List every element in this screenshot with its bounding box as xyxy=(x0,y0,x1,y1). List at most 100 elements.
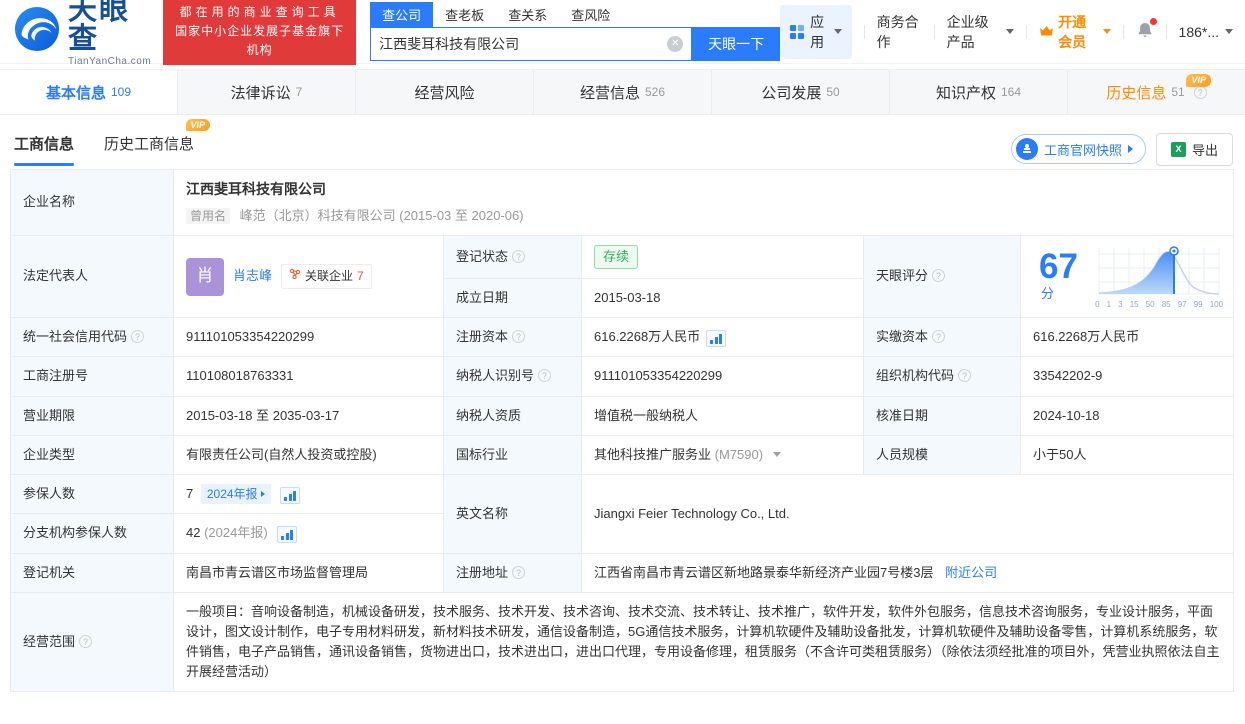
notification-bell[interactable] xyxy=(1136,21,1154,42)
tab-intellectual-property[interactable]: 知识产权 164 xyxy=(890,70,1068,114)
tab-count: 526 xyxy=(645,85,665,99)
branch-insured-value: 42 xyxy=(186,525,200,540)
reg-status-label: 登记状态 xyxy=(456,249,508,264)
help-icon[interactable]: ? xyxy=(512,566,525,579)
tab-label: 经营信息 xyxy=(580,82,640,103)
approval-date-value: 2024-10-18 xyxy=(1021,396,1234,435)
reg-capital-value: 616.2268万人民币 xyxy=(594,329,700,344)
notification-dot xyxy=(1150,18,1157,25)
nav-enterprise-label: 企业级产品 xyxy=(947,12,1001,52)
nav-enterprise[interactable]: 企业级产品 xyxy=(947,12,1015,52)
search-tab-risk[interactable]: 查风险 xyxy=(559,2,622,27)
search-tab-relation[interactable]: 查关系 xyxy=(496,2,559,27)
account-phone: 186*... xyxy=(1179,24,1219,40)
help-icon[interactable]: ? xyxy=(538,369,551,382)
help-icon[interactable]: ? xyxy=(512,250,525,263)
search-input[interactable] xyxy=(379,36,667,52)
search-button[interactable]: 天眼一下 xyxy=(692,27,780,61)
official-snapshot-button[interactable]: 工商官网快照 xyxy=(1011,134,1146,164)
account-menu[interactable]: 186*... xyxy=(1179,24,1233,40)
chevron-down-icon xyxy=(1103,29,1111,34)
export-label: 导出 xyxy=(1192,140,1218,159)
help-icon[interactable]: ? xyxy=(958,369,971,382)
crown-icon xyxy=(1039,24,1054,40)
company-type-value: 有限责任公司(自然人投资或控股) xyxy=(174,435,444,474)
arrow-right-icon xyxy=(1128,145,1133,153)
tab-label: 公司发展 xyxy=(761,82,821,103)
industry-value: 其他科技推广服务业 xyxy=(594,447,711,462)
subtab-business-info[interactable]: 工商信息 xyxy=(14,133,74,166)
help-icon[interactable]: ? xyxy=(131,330,144,343)
credit-code-value: 911101053354220299 xyxy=(174,318,444,357)
export-button[interactable]: X 导出 xyxy=(1156,133,1233,166)
field-label: 企业类型 xyxy=(11,435,174,474)
divider xyxy=(1166,25,1167,39)
industry-cell: 其他科技推广服务业 (M7590) xyxy=(582,435,864,474)
reg-capital-cell: 616.2268万人民币 xyxy=(582,318,864,357)
help-icon[interactable]: ? xyxy=(932,330,945,343)
legal-rep-link[interactable]: 肖志峰 xyxy=(233,266,272,286)
reg-address-value: 江西省南昌市青云谱区新地路景泰华新经济产业园7号楼3层 xyxy=(594,565,933,580)
table-actions: 工商官网快照 X 导出 xyxy=(1011,133,1233,166)
table-row: 法定代表人 肖 肖志峰 关联企业 7 登记状态? xyxy=(11,235,1234,278)
logo-icon xyxy=(14,6,60,57)
trend-chart-icon[interactable] xyxy=(277,526,297,543)
tab-count: 109 xyxy=(111,85,131,99)
avatar[interactable]: 肖 xyxy=(186,258,224,296)
nav-vip-label: 开通会员 xyxy=(1058,12,1097,52)
table-row: 统一社会信用代码? 911101053354220299 注册资本? 616.2… xyxy=(11,318,1234,357)
tianyancha-page: 天眼查 TianYanCha.com 都在用的商业查询工具 国家中小企业发展子基… xyxy=(0,0,1245,724)
apps-menu-button[interactable]: 应用 xyxy=(780,5,852,59)
relation-icon xyxy=(289,267,301,286)
trend-chart-icon[interactable] xyxy=(280,487,300,504)
tab-operating-risk[interactable]: 经营风险 xyxy=(356,70,534,114)
nearby-companies-link[interactable]: 附近公司 xyxy=(945,565,997,580)
related-companies-badge[interactable]: 关联企业 7 xyxy=(281,264,372,289)
subtab-history-business-info[interactable]: VIP 历史工商信息 xyxy=(104,133,194,166)
chevron-down-icon xyxy=(1006,29,1014,34)
help-icon[interactable]: ? xyxy=(1194,86,1207,99)
score-distribution-chart: 0131550859799100 xyxy=(1095,242,1223,311)
tab-company-development[interactable]: 公司发展 50 xyxy=(712,70,890,114)
reg-number-value: 110108018763331 xyxy=(174,357,444,396)
score-cell: 67分 xyxy=(1021,235,1234,317)
arrow-right-icon xyxy=(261,491,265,497)
taxpayer-id-value: 911101053354220299 xyxy=(582,357,864,396)
related-label: 关联企业 xyxy=(305,267,353,286)
nav-vip[interactable]: 开通会员 xyxy=(1039,12,1111,52)
field-label: 核准日期 xyxy=(864,396,1021,435)
search-clear-icon[interactable]: ✕ xyxy=(667,36,683,52)
apps-label: 应用 xyxy=(810,12,826,52)
nav-cooperation[interactable]: 商务合作 xyxy=(877,12,922,52)
tab-basic-info[interactable]: 基本信息 109 xyxy=(0,70,178,114)
trend-chart-icon[interactable] xyxy=(706,330,726,347)
search-tab-boss[interactable]: 查老板 xyxy=(433,2,496,27)
tab-label: 基本信息 xyxy=(46,82,106,103)
search-tabs: 查公司 查老板 查关系 查风险 xyxy=(370,2,780,27)
help-icon[interactable]: ? xyxy=(79,635,92,648)
tab-count: 50 xyxy=(826,85,839,99)
tab-operating-info[interactable]: 经营信息 526 xyxy=(534,70,712,114)
field-label: 人员规模 xyxy=(864,435,1021,474)
field-label: 登记状态? xyxy=(444,235,582,278)
excel-icon: X xyxy=(1171,142,1186,157)
tab-history-info[interactable]: VIP 历史信息 51 ? xyxy=(1068,70,1245,114)
search-box: ✕ xyxy=(370,27,692,61)
company-info-table: 企业名称 江西斐耳科技有限公司 曾用名 峰范（北京）科技有限公司 (2015-0… xyxy=(10,169,1234,692)
field-label: 企业名称 xyxy=(11,170,174,236)
divider xyxy=(864,25,865,39)
logo[interactable]: 天眼查 TianYanCha.com xyxy=(14,0,151,67)
field-label: 国标行业 xyxy=(444,435,582,474)
tab-label: 经营风险 xyxy=(414,82,474,103)
status-badge: 存续 xyxy=(594,245,638,269)
annual-report-badge[interactable]: 2024年报 xyxy=(201,484,271,505)
search-tab-company[interactable]: 查公司 xyxy=(370,2,433,27)
table-row: 参保人数 7 2024年报 英文名称 Jiangxi Feier Technol… xyxy=(11,474,1234,514)
tab-legal-litigation[interactable]: 法律诉讼 7 xyxy=(178,70,356,114)
table-row: 企业名称 江西斐耳科技有限公司 曾用名 峰范（北京）科技有限公司 (2015-0… xyxy=(11,170,1234,236)
help-icon[interactable]: ? xyxy=(932,269,945,282)
chevron-down-icon[interactable] xyxy=(773,452,781,457)
help-icon[interactable]: ? xyxy=(512,330,525,343)
insured-value: 7 xyxy=(186,486,193,501)
table-row: 经营范围? 一般项目：音响设备制造，机械设备研发，技术服务、技术开发、技术咨询、… xyxy=(11,592,1234,692)
